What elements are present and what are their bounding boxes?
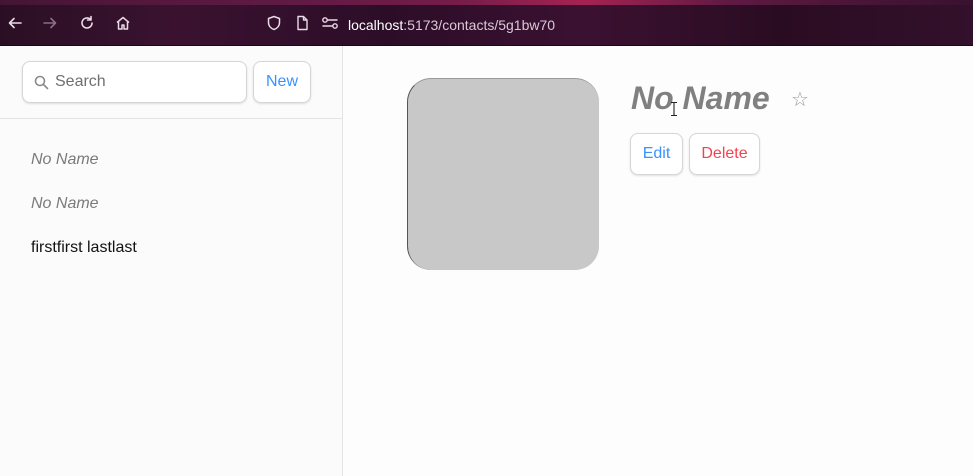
new-contact-button[interactable]: New — [253, 61, 311, 103]
url-path: :5173/contacts/5g1bw70 — [403, 17, 556, 33]
contact-list-item[interactable]: No Name — [0, 138, 342, 182]
edit-button[interactable]: Edit — [630, 133, 683, 175]
toolbar-accent-line — [0, 0, 973, 5]
permissions-icon[interactable] — [321, 14, 339, 32]
reload-icon[interactable] — [78, 14, 96, 32]
shield-icon[interactable] — [265, 14, 283, 32]
contact-list-item[interactable]: firstfirst lastlast — [0, 226, 342, 270]
contact-list-item[interactable]: No Name — [0, 182, 342, 226]
url-host: localhost — [348, 17, 404, 33]
favorite-star-button[interactable]: ☆ — [790, 90, 810, 110]
star-icon: ☆ — [791, 89, 809, 111]
back-arrow-icon[interactable] — [6, 14, 24, 32]
search-box[interactable] — [22, 61, 247, 103]
contact-detail: No Name ☆ Edit Delete — [344, 46, 973, 476]
avatar — [407, 78, 599, 270]
sidebar: New No Name No Name firstfirst lastlast — [0, 46, 343, 476]
search-icon — [34, 75, 49, 90]
forward-arrow-icon[interactable] — [41, 14, 59, 32]
home-icon[interactable] — [114, 14, 132, 32]
text-cursor-icon — [670, 101, 678, 117]
page-icon[interactable] — [293, 14, 311, 32]
contact-list: No Name No Name firstfirst lastlast — [0, 138, 342, 270]
browser-toolbar: localhost:5173/contacts/5g1bw70 — [0, 0, 973, 46]
search-input[interactable] — [55, 62, 240, 102]
delete-button[interactable]: Delete — [689, 133, 760, 175]
contact-name: No Name — [631, 80, 770, 116]
sidebar-divider — [0, 118, 342, 119]
address-bar[interactable]: localhost:5173/contacts/5g1bw70 — [348, 17, 555, 33]
